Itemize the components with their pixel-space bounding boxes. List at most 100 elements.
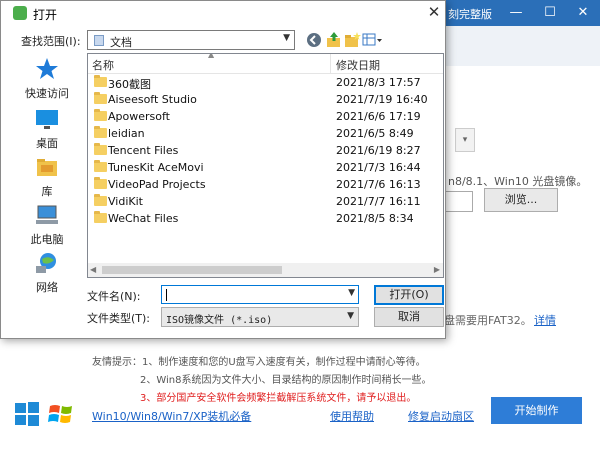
filetype-label: 文件类型(T): (87, 312, 151, 325)
minimize-icon[interactable]: — (506, 4, 526, 22)
scroll-left-icon[interactable]: ◀ (90, 265, 96, 274)
computer-icon (35, 203, 59, 227)
place-label: 网络 (36, 281, 58, 294)
list-item[interactable]: Aiseesoft Studio 2021/7/19 16:40 (88, 91, 443, 108)
folder-icon (94, 143, 107, 155)
file-date: 2021/8/5 8:34 (336, 212, 414, 225)
up-folder-icon[interactable] (325, 31, 343, 49)
app-title: 刻完整版 (448, 8, 492, 21)
cancel-button[interactable]: 取消 (374, 307, 444, 327)
file-date: 2021/8/3 17:57 (336, 76, 421, 89)
file-name: Aiseesoft Studio (108, 93, 197, 106)
folder-icon (94, 109, 107, 121)
repair-boot-link[interactable]: 修复启动扇区 (408, 408, 474, 424)
star-icon (35, 57, 59, 81)
file-name: VidiKit (108, 195, 143, 208)
windows10-logo-icon (14, 401, 40, 427)
list-item[interactable]: Tencent Files 2021/6/19 8:27 (88, 142, 443, 159)
file-name: VideoPad Projects (108, 178, 206, 191)
list-item[interactable]: WeChat Files 2021/8/5 8:34 (88, 210, 443, 227)
tip-line-3: 3、部分国产安全软件会频繁拦截解压系统文件，请予以退出。 (140, 393, 417, 404)
library-icon (35, 155, 59, 179)
file-name: Tencent Files (108, 144, 179, 157)
new-folder-icon[interactable] (343, 31, 361, 49)
chevron-down-icon: ▼ (283, 33, 290, 43)
filetype-value: ISO镜像文件 (*.iso) (166, 315, 273, 326)
windows7-logo-icon (48, 401, 74, 427)
folder-icon (94, 160, 107, 172)
maximize-icon[interactable]: ☐ (540, 4, 560, 22)
column-header: 名称 ▲ 修改日期 (88, 54, 443, 74)
file-date: 2021/7/19 16:40 (336, 93, 428, 106)
look-in-value: 文档 (110, 36, 132, 49)
folder-icon (94, 177, 107, 189)
text-caret (166, 289, 167, 301)
chevron-down-icon[interactable]: ▼ (348, 288, 355, 298)
place-label: 桌面 (36, 137, 58, 150)
close-icon[interactable]: ✕ (425, 3, 443, 21)
browse-button[interactable]: 浏览... (484, 188, 558, 212)
dialog-title: 打开 (33, 8, 58, 22)
list-item[interactable]: VideoPad Projects 2021/7/6 16:13 (88, 176, 443, 193)
place-label: 库 (41, 185, 53, 198)
file-name: TunesKit AceMovi (108, 161, 204, 174)
open-button[interactable]: 打开(O) (374, 285, 444, 305)
folder-icon (94, 194, 107, 206)
look-in-combo[interactable]: 文档 ▼ (87, 30, 295, 50)
view-menu-icon[interactable] (362, 31, 384, 49)
fat32-note: 盘需要用FAT32。 (444, 314, 532, 327)
app-icon (13, 6, 27, 20)
file-name: 360截图 (108, 78, 151, 91)
file-name: Apowersoft (108, 110, 170, 123)
network-icon (35, 251, 59, 275)
file-date: 2021/6/6 17:19 (336, 110, 421, 123)
list-item[interactable]: TunesKit AceMovi 2021/7/3 16:44 (88, 159, 443, 176)
column-date-header[interactable]: 修改日期 (336, 57, 380, 73)
device-select[interactable]: ▾ (455, 128, 475, 152)
image-hint-text: n8/8.1、Win10 光盘镜像。 (448, 175, 588, 188)
open-file-dialog: 打开 ✕ 查找范围(I): 文档 ▼ 快速访问 桌面 库 此电脑 网络 名称 ▲… (0, 0, 446, 339)
list-item[interactable]: leidian 2021/6/5 8:49 (88, 125, 443, 142)
folder-icon (94, 92, 107, 104)
column-name-header[interactable]: 名称 (92, 57, 114, 73)
look-in-label: 查找范围(I): (21, 35, 81, 48)
file-date: 2021/7/6 16:13 (336, 178, 421, 191)
help-link[interactable]: 使用帮助 (330, 408, 374, 424)
scroll-right-icon[interactable]: ▶ (434, 265, 440, 274)
list-item[interactable]: VidiKit 2021/7/7 16:11 (88, 193, 443, 210)
chevron-down-icon: ▼ (347, 311, 354, 321)
desktop-icon (35, 107, 59, 131)
folder-icon (94, 126, 107, 138)
file-date: 2021/7/7 16:11 (336, 195, 421, 208)
details-link[interactable]: 详情 (534, 312, 556, 328)
filename-label: 文件名(N): (87, 290, 141, 303)
file-date: 2021/6/5 8:49 (336, 127, 414, 140)
file-date: 2021/6/19 8:27 (336, 144, 421, 157)
place-label: 快速访问 (25, 87, 69, 100)
filename-input[interactable]: ▼ (161, 285, 359, 304)
essentials-link[interactable]: Win10/Win8/Win7/XP装机必备 (92, 408, 251, 424)
tip-line-1: 友情提示：1、制作速度和您的U盘写入速度有关，制作过程中请耐心等待。 (92, 357, 426, 368)
documents-icon (94, 35, 104, 46)
folder-icon (94, 75, 107, 87)
start-button[interactable]: 开始制作 (491, 397, 582, 424)
image-path-input[interactable] (445, 191, 473, 212)
places-bar: 快速访问 桌面 库 此电脑 网络 (11, 53, 83, 303)
scroll-thumb[interactable] (102, 266, 282, 274)
file-name: leidian (108, 127, 145, 140)
close-icon[interactable]: ✕ (573, 4, 593, 22)
filetype-select[interactable]: ISO镜像文件 (*.iso) ▼ (161, 307, 359, 327)
file-list[interactable]: 名称 ▲ 修改日期 360截图 2021/8/3 17:57 Aiseesoft … (87, 53, 444, 278)
file-name: WeChat Files (108, 212, 179, 225)
tips-block: 友情提示：1、制作速度和您的U盘写入速度有关，制作过程中请耐心等待。 2、Win… (92, 354, 432, 408)
list-item[interactable]: Apowersoft 2021/6/6 17:19 (88, 108, 443, 125)
horizontal-scrollbar[interactable]: ◀ ▶ (88, 263, 443, 277)
app-header-strip (445, 26, 600, 66)
place-label: 此电脑 (30, 233, 64, 246)
back-icon[interactable] (305, 31, 323, 49)
file-date: 2021/7/3 16:44 (336, 161, 421, 174)
list-item[interactable]: 360截图 2021/8/3 17:57 (88, 74, 443, 91)
column-divider[interactable] (330, 54, 331, 73)
tip-line-2: 2、Win8系统因为文件大小、目录结构的原因制作时间稍长一些。 (140, 375, 432, 386)
folder-icon (94, 211, 107, 223)
